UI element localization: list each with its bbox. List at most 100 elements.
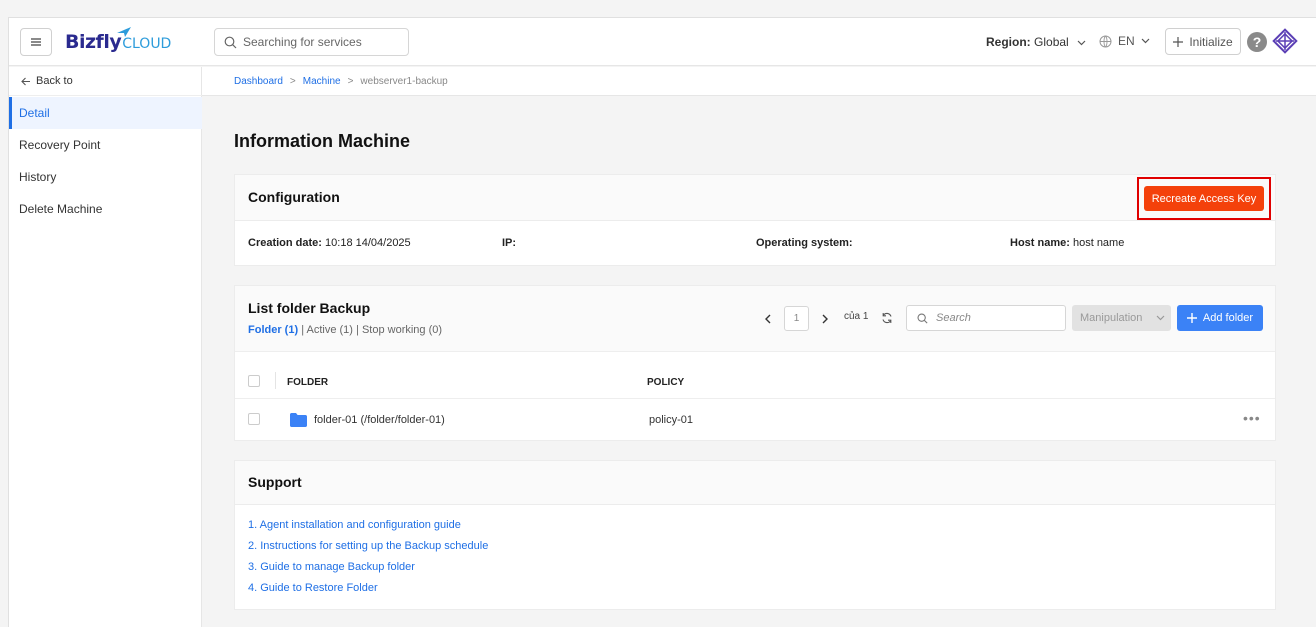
recreate-label: Recreate Access Key [1151,192,1257,205]
column-divider [275,372,276,389]
creation-date-label: Creation date: [248,237,322,249]
tab-active[interactable]: Active (1) [307,324,353,336]
current-page-input[interactable]: 1 [784,306,809,331]
globe-icon [1099,35,1112,47]
ip-label: IP: [502,237,517,249]
region-selector[interactable]: Region: Global [986,35,1086,49]
os-field: Operating system: [756,237,853,249]
page-title: Information Machine [234,131,411,151]
chevron-right-icon[interactable] [822,314,829,324]
os-label: Operating system: [756,237,853,249]
support-header: Support [235,461,1275,505]
initialize-button[interactable]: Initialize [1165,28,1241,55]
row-checkbox[interactable] [248,413,260,425]
policy-name: policy-01 [649,414,694,426]
creation-date-field: Creation date: 10:18 14/04/2025 [248,237,411,249]
tab-folder[interactable]: Folder (1) [248,324,298,336]
search-icon [224,36,237,48]
bizfly-logo[interactable]: BizflyCLOUD [65,27,172,53]
hamburger-icon [31,38,41,46]
sidebar-item-history[interactable]: History [9,161,202,193]
sidebar-item-label: Delete Machine [19,202,103,216]
back-link[interactable]: Back to [21,75,73,87]
paper-plane-icon [117,27,131,37]
support-link-backup-schedule[interactable]: 2. Instructions for setting up the Backu… [248,540,488,552]
tab-stop-working[interactable]: Stop working (0) [362,324,442,336]
hostname-label: Host name: [1010,237,1070,249]
search-placeholder: Searching for services [243,35,362,49]
sidebar-item-recovery-point[interactable]: Recovery Point [9,129,202,161]
page-total-text: của 1 [844,311,869,322]
app-frame: BizflyCLOUD Searching for services Regio… [8,17,1316,627]
folder-search-input[interactable]: Search [906,305,1066,331]
language-selector[interactable]: EN [1099,34,1150,48]
sidebar-item-label: Detail [19,106,50,120]
user-avatar-icon[interactable] [1272,28,1298,54]
breadcrumb-machine[interactable]: Machine [303,76,341,87]
folder-icon [290,413,307,427]
help-label: ? [1252,34,1262,50]
back-label: Back to [36,75,73,87]
breadcrumb-current: webserver1-backup [360,75,448,87]
chevron-down-icon [1077,40,1086,46]
menu-toggle-button[interactable] [20,28,52,56]
region-label: Region: [986,35,1031,49]
folder-list-title: List folder Backup [248,300,371,316]
select-all-checkbox[interactable] [248,375,260,387]
creation-date-value: 10:18 14/04/2025 [325,237,411,249]
breadcrumb-dashboard[interactable]: Dashboard [234,76,283,87]
logo-sub-text: CLOUD [122,36,172,52]
sidebar-item-detail[interactable]: Detail [9,97,202,129]
tab-divider: | [356,324,359,336]
recreate-access-key-button[interactable]: Recreate Access Key [1144,186,1264,211]
plus-icon [1173,36,1184,47]
sidebar-item-label: History [19,170,57,184]
chevron-left-icon[interactable] [764,314,771,324]
support-link-restore-folder[interactable]: 4. Guide to Restore Folder [248,582,378,594]
language-value: EN [1118,34,1135,48]
region-value: Global [1034,35,1069,49]
logo-main-text: Bizfly [65,31,122,53]
hostname-field: Host name: host name [1010,237,1124,249]
help-icon[interactable]: ? [1247,32,1267,52]
more-options-icon[interactable]: ••• [1243,410,1261,426]
ip-field: IP: [502,237,516,249]
support-card: Support 1. Agent installation and config… [234,460,1276,610]
add-folder-button[interactable]: Add folder [1177,305,1263,331]
hostname-value: host name [1072,237,1125,249]
plus-icon [1186,313,1197,323]
current-page-value: 1 [793,313,800,324]
highlight-box: Recreate Access Key [1137,177,1271,220]
folder-status-tabs: Folder (1) | Active (1) | Stop working (… [248,324,442,336]
tab-divider: | [301,324,305,336]
support-link-manage-folder[interactable]: 3. Guide to manage Backup folder [248,561,415,573]
sidebar-divider [9,95,202,96]
chevron-down-icon [1141,38,1150,44]
refresh-icon[interactable] [881,312,893,324]
manipulation-dropdown[interactable]: Manipulation [1072,305,1171,331]
breadcrumb-separator: > [289,75,296,87]
configuration-card: Configuration Recreate Access Key Creati… [234,174,1276,266]
column-header-folder: FOLDER [287,377,329,388]
support-link-agent-install[interactable]: 1. Agent installation and configuration … [248,519,461,531]
top-bar: BizflyCLOUD Searching for services Regio… [9,18,1316,66]
table-header: FOLDER POLICY [235,351,1275,399]
add-folder-label: Add folder [1202,312,1254,324]
configuration-header: Configuration Recreate Access Key [235,175,1275,221]
sidebar-item-delete-machine[interactable]: Delete Machine [9,193,202,225]
folder-name[interactable]: folder-01 (/folder/folder-01) [314,414,445,426]
configuration-title: Configuration [248,189,340,205]
manipulation-label: Manipulation [1080,312,1143,324]
sidebar-item-label: Recovery Point [19,138,101,152]
folder-list-header: List folder Backup Folder (1) | Active (… [235,286,1275,351]
sidebar: Back to Detail Recovery Point History De… [9,67,202,627]
table-row[interactable]: folder-01 (/folder/folder-01) policy-01 … [235,399,1275,441]
folder-list-card: List folder Backup Folder (1) | Active (… [234,285,1276,441]
folder-search-placeholder: Search [936,312,971,324]
breadcrumb: Dashboard > Machine > webserver1-backup [202,67,1316,96]
arrow-left-icon [21,77,30,85]
support-title: Support [248,474,302,490]
column-header-policy: POLICY [647,377,685,388]
breadcrumb-separator: > [347,75,354,87]
service-search-input[interactable]: Searching for services [214,28,409,56]
